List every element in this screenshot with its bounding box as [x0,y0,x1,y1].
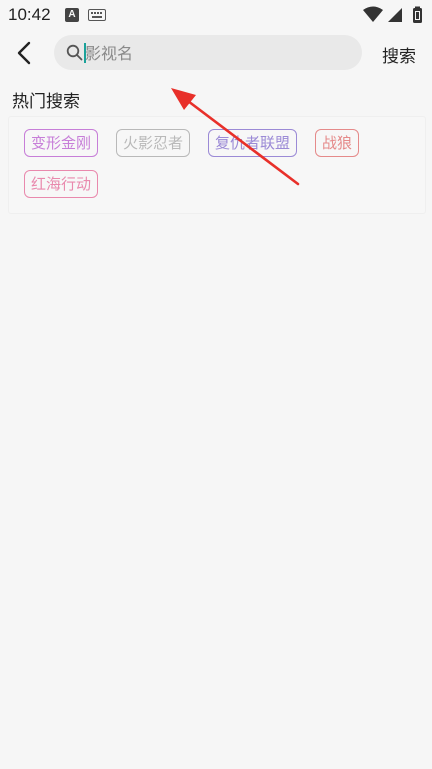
status-indicators [363,6,422,23]
wifi-icon [363,6,383,22]
search-box[interactable] [54,35,362,70]
keyboard-icon [88,9,106,21]
a-notification-icon: A [65,8,79,22]
hot-tag[interactable]: 火影忍者 [116,129,191,157]
status-time: 10:42 [8,5,51,24]
chevron-left-icon[interactable] [12,40,38,66]
hot-tag[interactable]: 变形金刚 [24,129,99,157]
signal-icon [388,8,402,22]
status-bar: 10:42 A [0,0,432,30]
hot-search-panel: 变形金刚 火影忍者 复仇者联盟 战狼 红海行动 [8,116,426,214]
hot-search-tags: 变形金刚 火影忍者 复仇者联盟 战狼 红海行动 [24,129,424,198]
hot-search-title: 热门搜索 [12,92,80,112]
search-input[interactable] [85,41,345,65]
hot-tag[interactable]: 战狼 [315,129,360,157]
battery-icon [413,6,422,23]
search-header: 搜索 [0,30,432,78]
search-icon [66,44,83,61]
search-button[interactable]: 搜索 [382,42,416,67]
hot-tag[interactable]: 红海行动 [24,170,99,198]
hot-tag[interactable]: 复仇者联盟 [208,129,298,157]
